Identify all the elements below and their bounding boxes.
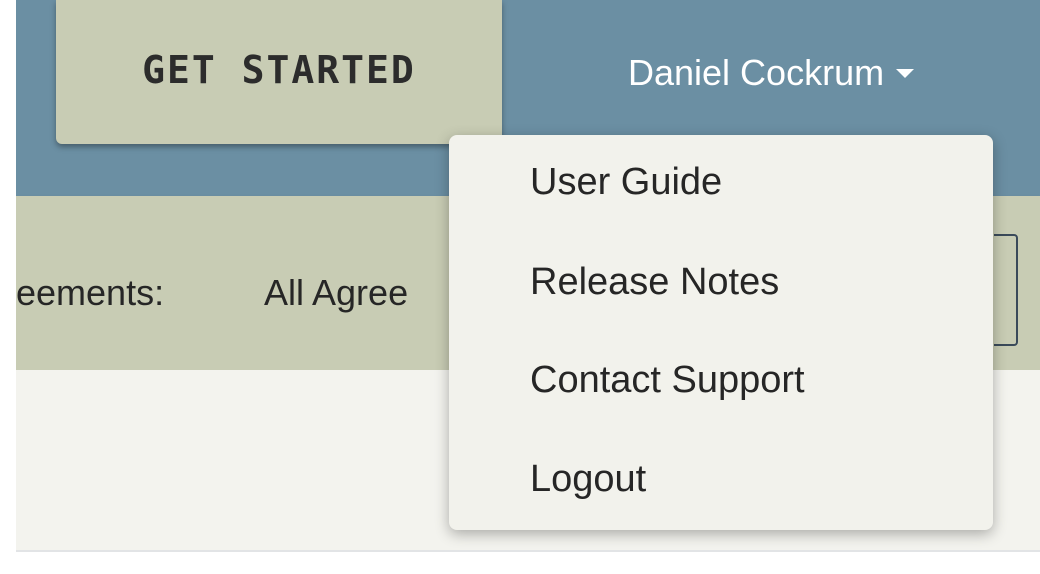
left-margin bbox=[0, 0, 16, 574]
menu-item-release-notes[interactable]: Release Notes bbox=[530, 247, 970, 317]
user-name: Daniel Cockrum bbox=[628, 52, 885, 93]
get-started-button[interactable]: GET STARTED bbox=[56, 0, 502, 144]
agreements-filter-value[interactable]: All Agree bbox=[264, 272, 464, 314]
menu-item-contact-support[interactable]: Contact Support bbox=[530, 345, 970, 415]
menu-item-logout[interactable]: Logout bbox=[530, 444, 970, 514]
user-dropdown-menu: User Guide Release Notes Contact Support… bbox=[449, 135, 993, 530]
agreements-filter-label: eements: bbox=[16, 272, 165, 313]
caret-down-icon bbox=[896, 68, 915, 78]
filter-input-box[interactable] bbox=[994, 234, 1018, 346]
menu-item-user-guide[interactable]: User Guide bbox=[530, 147, 970, 217]
user-menu-toggle[interactable]: Daniel Cockrum bbox=[628, 48, 915, 98]
app-window: GET STARTED Daniel Cockrum eements: All … bbox=[0, 0, 1040, 574]
